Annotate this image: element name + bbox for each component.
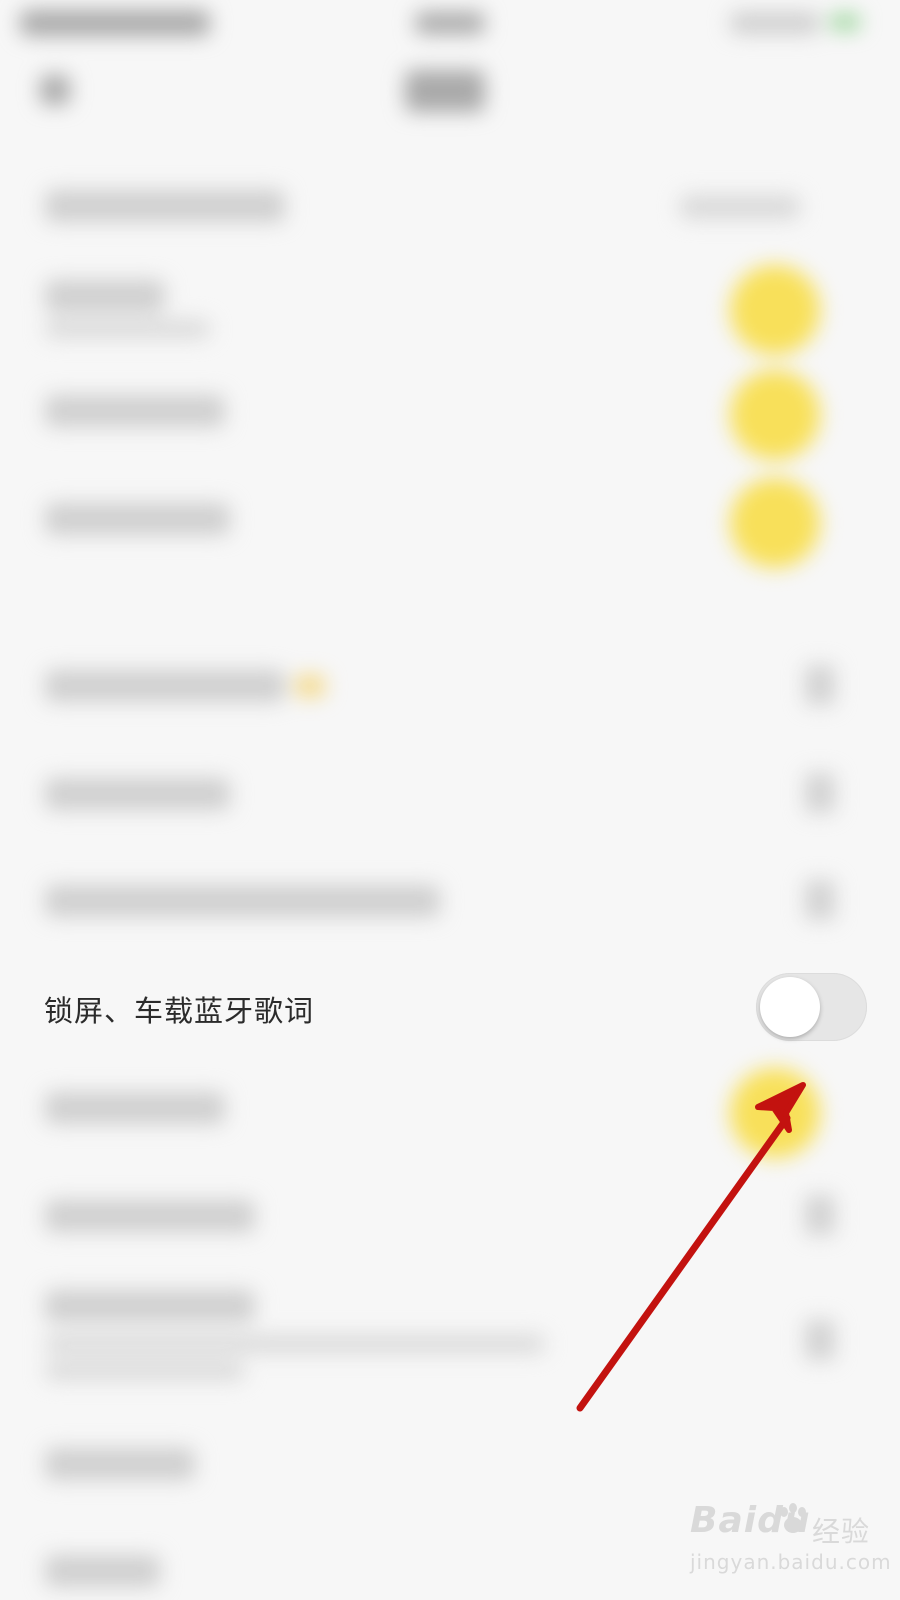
watermark-product: 经验 <box>812 1515 871 1548</box>
watermark: Baidu 经验 jingyan.baidu.com <box>690 1500 892 1590</box>
annotation-arrow-icon <box>576 1082 806 1412</box>
paw-icon <box>780 1503 806 1533</box>
watermark-url: jingyan.baidu.com <box>690 1550 892 1574</box>
